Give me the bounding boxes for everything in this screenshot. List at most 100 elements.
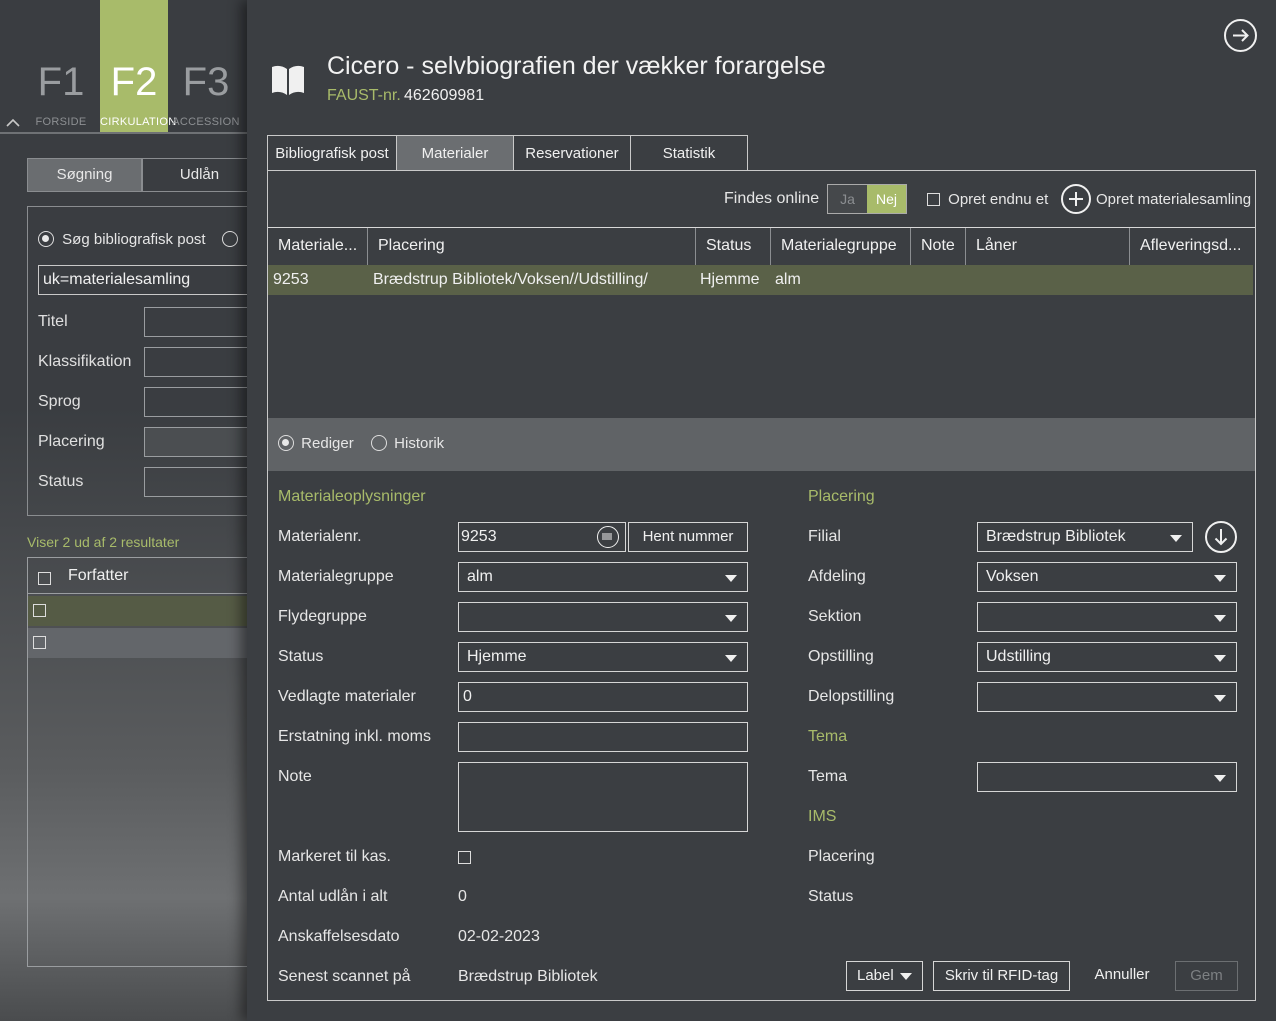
- titel-input[interactable]: [144, 307, 264, 337]
- fkey-f2[interactable]: F2 CIRKULATION: [100, 0, 177, 134]
- filial-label: Filial: [808, 528, 841, 545]
- fkey-f1[interactable]: F1 FORSIDE: [27, 0, 95, 134]
- col-materiale[interactable]: Materiale...: [268, 228, 368, 265]
- markeret-label: Markeret til kas.: [278, 848, 391, 865]
- fkey-f3[interactable]: F3 ACCESSION: [172, 0, 240, 134]
- erstatning-label: Erstatning inkl. moms: [278, 728, 431, 745]
- field-label-sprog: Sprog: [38, 393, 81, 410]
- hent-nummer-button[interactable]: Hent nummer: [628, 522, 748, 552]
- label-button-text: Label: [857, 967, 894, 984]
- tab-bibliografisk-post[interactable]: Bibliografisk post: [267, 135, 397, 171]
- anskaffelse-value: 02-02-2023: [458, 928, 540, 945]
- placering-input[interactable]: [144, 427, 264, 457]
- senest-value: Brædstrup Bibliotek: [458, 968, 598, 985]
- findes-online-label: Findes online: [724, 190, 820, 207]
- vedlagte-input[interactable]: 0: [458, 682, 748, 712]
- afdeling-select[interactable]: Voksen: [977, 562, 1237, 592]
- col-laaner[interactable]: Låner: [966, 228, 1130, 265]
- rediger-radio[interactable]: Rediger: [278, 435, 354, 452]
- fkey-f1-label: FORSIDE: [35, 116, 87, 128]
- opstilling-label: Opstilling: [808, 648, 874, 665]
- checkbox-icon: [927, 193, 940, 206]
- status-input[interactable]: [144, 467, 264, 497]
- fkey-divider: [0, 132, 250, 134]
- cell-status: Hjemme: [700, 271, 760, 288]
- materialegruppe-select[interactable]: alm: [458, 562, 748, 592]
- faust-value: 462609981: [404, 87, 485, 104]
- sektion-select[interactable]: [977, 602, 1237, 632]
- row-checkbox[interactable]: [33, 636, 46, 649]
- opret-materialesamling-button[interactable]: Opret materialesamling: [1096, 191, 1251, 208]
- table-row[interactable]: [28, 596, 258, 626]
- search-other-radio[interactable]: [222, 231, 238, 249]
- download-arrow-icon[interactable]: [1205, 521, 1237, 553]
- col-status[interactable]: Status: [696, 228, 771, 265]
- fkey-f3-key: F3: [182, 60, 230, 104]
- tab-soegning[interactable]: Søgning: [27, 158, 142, 192]
- col-forfatter: Forfatter: [68, 567, 129, 584]
- tab-udlaan[interactable]: Udlån: [142, 158, 257, 192]
- tab-materialer[interactable]: Materialer: [396, 135, 514, 171]
- toggle-nej[interactable]: Nej: [867, 185, 906, 213]
- query-input[interactable]: uk=materialesamling: [38, 265, 258, 295]
- radio-off-icon: [222, 231, 238, 247]
- chevron-down-icon: [725, 655, 737, 662]
- opstilling-select[interactable]: Udstilling: [977, 642, 1237, 672]
- opstilling-value: Udstilling: [986, 648, 1051, 665]
- col-materialegruppe[interactable]: Materialegruppe: [771, 228, 911, 265]
- field-label-titel: Titel: [38, 313, 68, 330]
- col-note[interactable]: Note: [911, 228, 966, 265]
- historik-radio[interactable]: Historik: [371, 435, 444, 452]
- fkey-f2-label: CIRKULATION: [100, 116, 177, 128]
- findes-online-toggle[interactable]: Ja Nej: [827, 184, 907, 214]
- table-row[interactable]: 9253 Brædstrup Bibliotek/Voksen//Udstill…: [268, 265, 1253, 295]
- plus-circle-icon[interactable]: [1061, 184, 1091, 214]
- note-label: Note: [278, 768, 312, 785]
- rfid-button[interactable]: Skriv til RFID-tag: [933, 961, 1070, 991]
- tema-select[interactable]: [977, 762, 1237, 792]
- klassifikation-input[interactable]: [144, 347, 264, 377]
- sprog-input[interactable]: [144, 387, 264, 417]
- erstatning-input[interactable]: [458, 722, 748, 752]
- annuller-button[interactable]: Annuller: [1086, 961, 1158, 991]
- status-label: Status: [278, 648, 324, 665]
- barcode-icon[interactable]: [597, 526, 619, 548]
- select-all-checkbox[interactable]: [38, 572, 51, 585]
- chevron-down-icon: [1170, 535, 1182, 542]
- gem-button[interactable]: Gem: [1175, 961, 1238, 991]
- row-checkbox[interactable]: [33, 604, 46, 617]
- search-form: Søg bibliografisk post uk=materialesamli…: [27, 206, 264, 516]
- close-arrow-icon[interactable]: [1224, 19, 1257, 52]
- status-select[interactable]: Hjemme: [458, 642, 748, 672]
- rediger-label: Rediger: [301, 435, 354, 452]
- toggle-ja[interactable]: Ja: [828, 185, 867, 213]
- markeret-checkbox[interactable]: [458, 851, 471, 864]
- flydegruppe-select[interactable]: [458, 602, 748, 632]
- result-count: Viser 2 ud af 2 resultater: [27, 534, 180, 550]
- section-materialeoplysninger: Materialeoplysninger: [278, 488, 426, 505]
- left-tabs: Søgning Udlån: [27, 158, 257, 192]
- cell-materialenr: 9253: [273, 271, 309, 288]
- tab-reservationer[interactable]: Reservationer: [513, 135, 631, 171]
- col-aflevering[interactable]: Afleveringsd...: [1130, 228, 1255, 265]
- search-bib-radio[interactable]: Søg bibliografisk post: [38, 231, 206, 248]
- chevron-down-icon: [900, 973, 912, 980]
- fkey-f1-key: F1: [37, 60, 85, 104]
- left-search-panel: Søgning Udlån Søg bibliografisk post uk=…: [0, 138, 264, 1021]
- table-row[interactable]: [28, 628, 258, 658]
- filial-select[interactable]: Brædstrup Bibliotek: [977, 522, 1193, 552]
- section-ims: IMS: [808, 808, 837, 825]
- collapse-chevron-icon[interactable]: [4, 116, 22, 130]
- antal-label: Antal udlån i alt: [278, 888, 388, 905]
- cell-materialegruppe: alm: [775, 271, 801, 288]
- label-dropdown-button[interactable]: Label: [846, 961, 923, 991]
- delopstilling-label: Delopstilling: [808, 688, 895, 705]
- cell-placering: Brædstrup Bibliotek/Voksen//Udstilling/: [373, 271, 648, 288]
- tab-statistik[interactable]: Statistik: [630, 135, 748, 171]
- note-textarea[interactable]: [458, 762, 748, 832]
- delopstilling-select[interactable]: [977, 682, 1237, 712]
- opret-endnu-checkbox[interactable]: Opret endnu et: [927, 191, 1048, 208]
- page-title: Cicero - selvbiografien der vækker forar…: [327, 52, 826, 80]
- col-placering[interactable]: Placering: [368, 228, 696, 265]
- vedlagte-label: Vedlagte materialer: [278, 688, 416, 705]
